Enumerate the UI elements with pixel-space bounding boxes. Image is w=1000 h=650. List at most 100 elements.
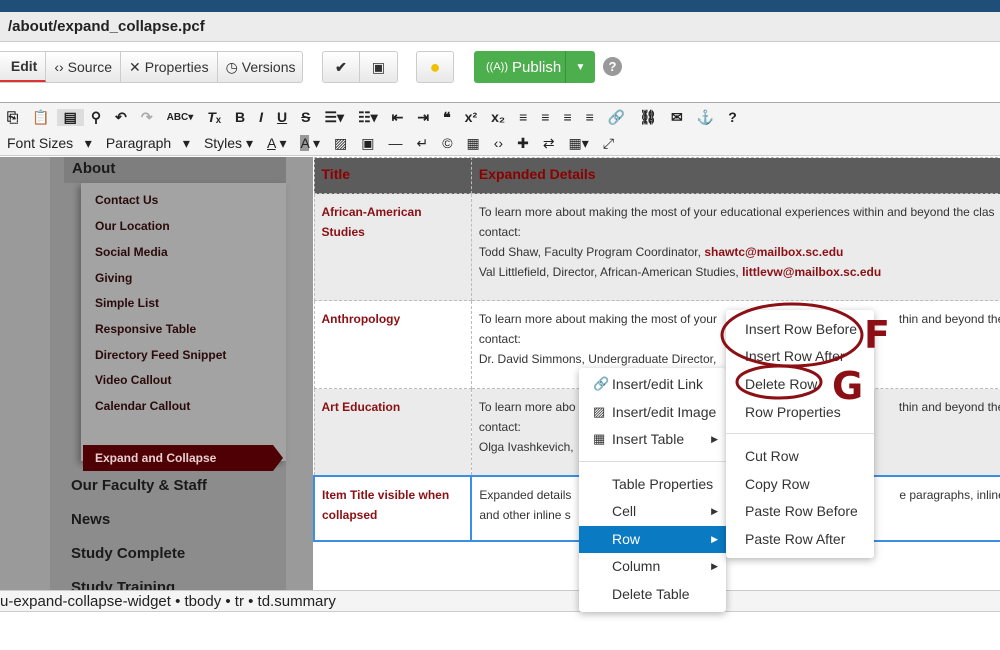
save-button[interactable]: ▣ (360, 52, 397, 82)
details-tail: thin and beyond the clas (898, 400, 1000, 414)
email-link[interactable]: shawtc@mailbox.sc.edu (704, 245, 843, 259)
menu-item-cut-row[interactable]: Cut Row (726, 443, 874, 470)
font-sizes-select[interactable]: Font Sizes ▾ (0, 135, 99, 152)
find-icon[interactable]: ⚲ (84, 109, 108, 126)
tab-edit[interactable]: Edit (0, 52, 47, 82)
strikethrough-icon[interactable]: S (294, 109, 317, 125)
help-icon[interactable]: ? (603, 57, 622, 76)
copyright-icon[interactable]: © (435, 135, 459, 151)
horizontal-rule-icon[interactable]: — (381, 135, 409, 151)
menu-item-copy-row[interactable]: Copy Row (726, 471, 874, 498)
styles-select[interactable]: Styles ▾ (197, 135, 260, 152)
tab-versions[interactable]: ◷ Versions (218, 52, 304, 82)
sidebar-item[interactable]: Social Media (95, 245, 168, 259)
sidebar-item[interactable]: Our Location (95, 219, 170, 233)
media-icon[interactable]: ▣ (354, 135, 381, 152)
sidebar-item[interactable]: Giving (95, 271, 132, 285)
menu-item-insert-table[interactable]: ▦ Insert Table ▶ (579, 426, 726, 453)
sidebar-item-active[interactable]: Expand and Collapse (83, 445, 283, 471)
publish-button[interactable]: ((A)) Publish ▼ (474, 51, 595, 83)
special-char-icon[interactable]: ▦ (460, 135, 487, 152)
email-link[interactable]: littlevw@mailbox.sc.edu (742, 265, 881, 279)
sidebar-item[interactable]: Responsive Table (95, 322, 196, 336)
paragraph-select[interactable]: Paragraph ▾ (99, 135, 197, 152)
sidebar-item[interactable]: Video Callout (95, 373, 171, 387)
sidebar-item[interactable]: Simple List (95, 296, 159, 310)
image-icon[interactable]: ▨ (327, 135, 354, 152)
align-center-icon[interactable]: ≡ (534, 109, 556, 125)
sidebar-top-item[interactable]: Study Complete (71, 545, 185, 562)
publish-label: Publish (512, 58, 562, 76)
sidebar-item[interactable]: Directory Feed Snippet (95, 348, 226, 362)
menu-label: Table Properties (612, 476, 714, 492)
indent-icon[interactable]: ⇥ (410, 109, 436, 126)
numbered-list-icon[interactable]: ☷▾ (351, 109, 385, 126)
wrench-icon: ✕ (129, 58, 141, 75)
sidebar-top-item[interactable]: Study Training (71, 579, 175, 590)
font-sizes-label: Font Sizes (7, 134, 74, 151)
background-color-icon[interactable]: A ▾ (293, 134, 327, 152)
row-title[interactable]: African-American Studies (313, 193, 472, 301)
paste-text-icon[interactable]: ▤ (56, 108, 84, 126)
email-icon[interactable]: ✉ (664, 109, 690, 126)
link-icon[interactable]: 🔗 (601, 109, 632, 126)
table-icon[interactable]: ▦▾ (562, 135, 596, 152)
italic-icon[interactable]: I (252, 109, 270, 125)
menu-item-row[interactable]: Row ▶ (579, 526, 726, 553)
row-details[interactable]: To learn more about making the most of y… (470, 193, 1000, 301)
outdent-icon[interactable]: ⇤ (385, 109, 411, 126)
anchor-icon[interactable]: ⚓ (690, 109, 721, 126)
top-bar (0, 0, 1000, 12)
fullscreen-icon[interactable]: ⤢ (596, 135, 621, 152)
view-tabs: Edit ‹› Source ✕ Properties ◷ Versions (0, 51, 303, 83)
tab-properties[interactable]: ✕ Properties (121, 52, 218, 82)
menu-item-paste-row-after[interactable]: Paste Row After (726, 526, 874, 553)
lightbulb-button[interactable]: ● (416, 51, 454, 83)
contact-text: Val Littlefield, Director, African-Ameri… (478, 265, 743, 279)
unlink-icon[interactable]: ⛓ (632, 109, 664, 126)
submenu-arrow-icon: ▶ (711, 434, 718, 444)
menu-item-insert-link[interactable]: 🔗 Insert/edit Link (579, 371, 726, 398)
clear-format-icon[interactable]: Tₓ (200, 109, 228, 125)
blockquote-icon[interactable]: ❝ (436, 109, 458, 126)
publish-dropdown-caret[interactable]: ▼ (566, 62, 595, 73)
menu-item-insert-row-before[interactable]: Insert Row Before (726, 316, 874, 343)
tab-source[interactable]: ‹› Source (46, 52, 122, 82)
sidebar-item[interactable]: Contact Us (95, 193, 158, 207)
sidebar-top-item[interactable]: News (71, 511, 110, 528)
row-title[interactable]: Art Education (313, 388, 472, 476)
replace-icon[interactable]: ⇄ (536, 135, 562, 152)
row-title[interactable]: Anthropology (313, 300, 472, 389)
align-right-icon[interactable]: ≡ (556, 109, 578, 125)
menu-item-insert-image[interactable]: ▨ Insert/edit Image (579, 399, 726, 426)
row-title[interactable]: Item Title visible when collapsed (313, 474, 473, 542)
sidebar-section-about[interactable]: About (64, 157, 286, 183)
copy-icon[interactable]: ⎘ (0, 109, 25, 126)
table-row[interactable]: African-American Studies To learn more a… (313, 193, 1000, 301)
underline-icon[interactable]: U (270, 109, 294, 125)
spellcheck-icon[interactable]: ABC▾ (160, 112, 201, 123)
align-left-icon[interactable]: ≡ (512, 109, 534, 125)
puzzle-icon[interactable]: ✚ (510, 135, 536, 152)
menu-item-table-properties[interactable]: Table Properties (579, 471, 726, 498)
bullet-list-icon[interactable]: ☰▾ (317, 109, 351, 126)
menu-item-delete-table[interactable]: Delete Table (579, 581, 726, 608)
redo-icon[interactable]: ↷ (134, 109, 160, 126)
undo-icon[interactable]: ↶ (108, 109, 134, 126)
bold-icon[interactable]: B (228, 109, 252, 125)
code-icon[interactable]: ‹› (487, 135, 510, 151)
sidebar-top-item[interactable]: Our Faculty & Staff (71, 477, 207, 494)
superscript-icon[interactable]: x² (458, 109, 484, 125)
menu-item-paste-row-before[interactable]: Paste Row Before (726, 498, 874, 525)
justify-icon[interactable]: ≡ (579, 109, 601, 125)
subscript-icon[interactable]: x₂ (484, 109, 512, 125)
help-circle-icon[interactable]: ? (721, 109, 744, 125)
menu-item-cell[interactable]: Cell ▶ (579, 498, 726, 525)
sidebar-item[interactable]: Calendar Callout (95, 399, 190, 413)
text-color-icon[interactable]: A ▾ (260, 135, 294, 152)
menu-item-column[interactable]: Column ▶ (579, 553, 726, 580)
paste-icon[interactable]: 📋 (25, 109, 56, 126)
checkmark-button[interactable]: ✔ (323, 52, 360, 82)
tab-label: Source (67, 59, 113, 75)
line-break-icon[interactable]: ↵ (409, 135, 435, 152)
